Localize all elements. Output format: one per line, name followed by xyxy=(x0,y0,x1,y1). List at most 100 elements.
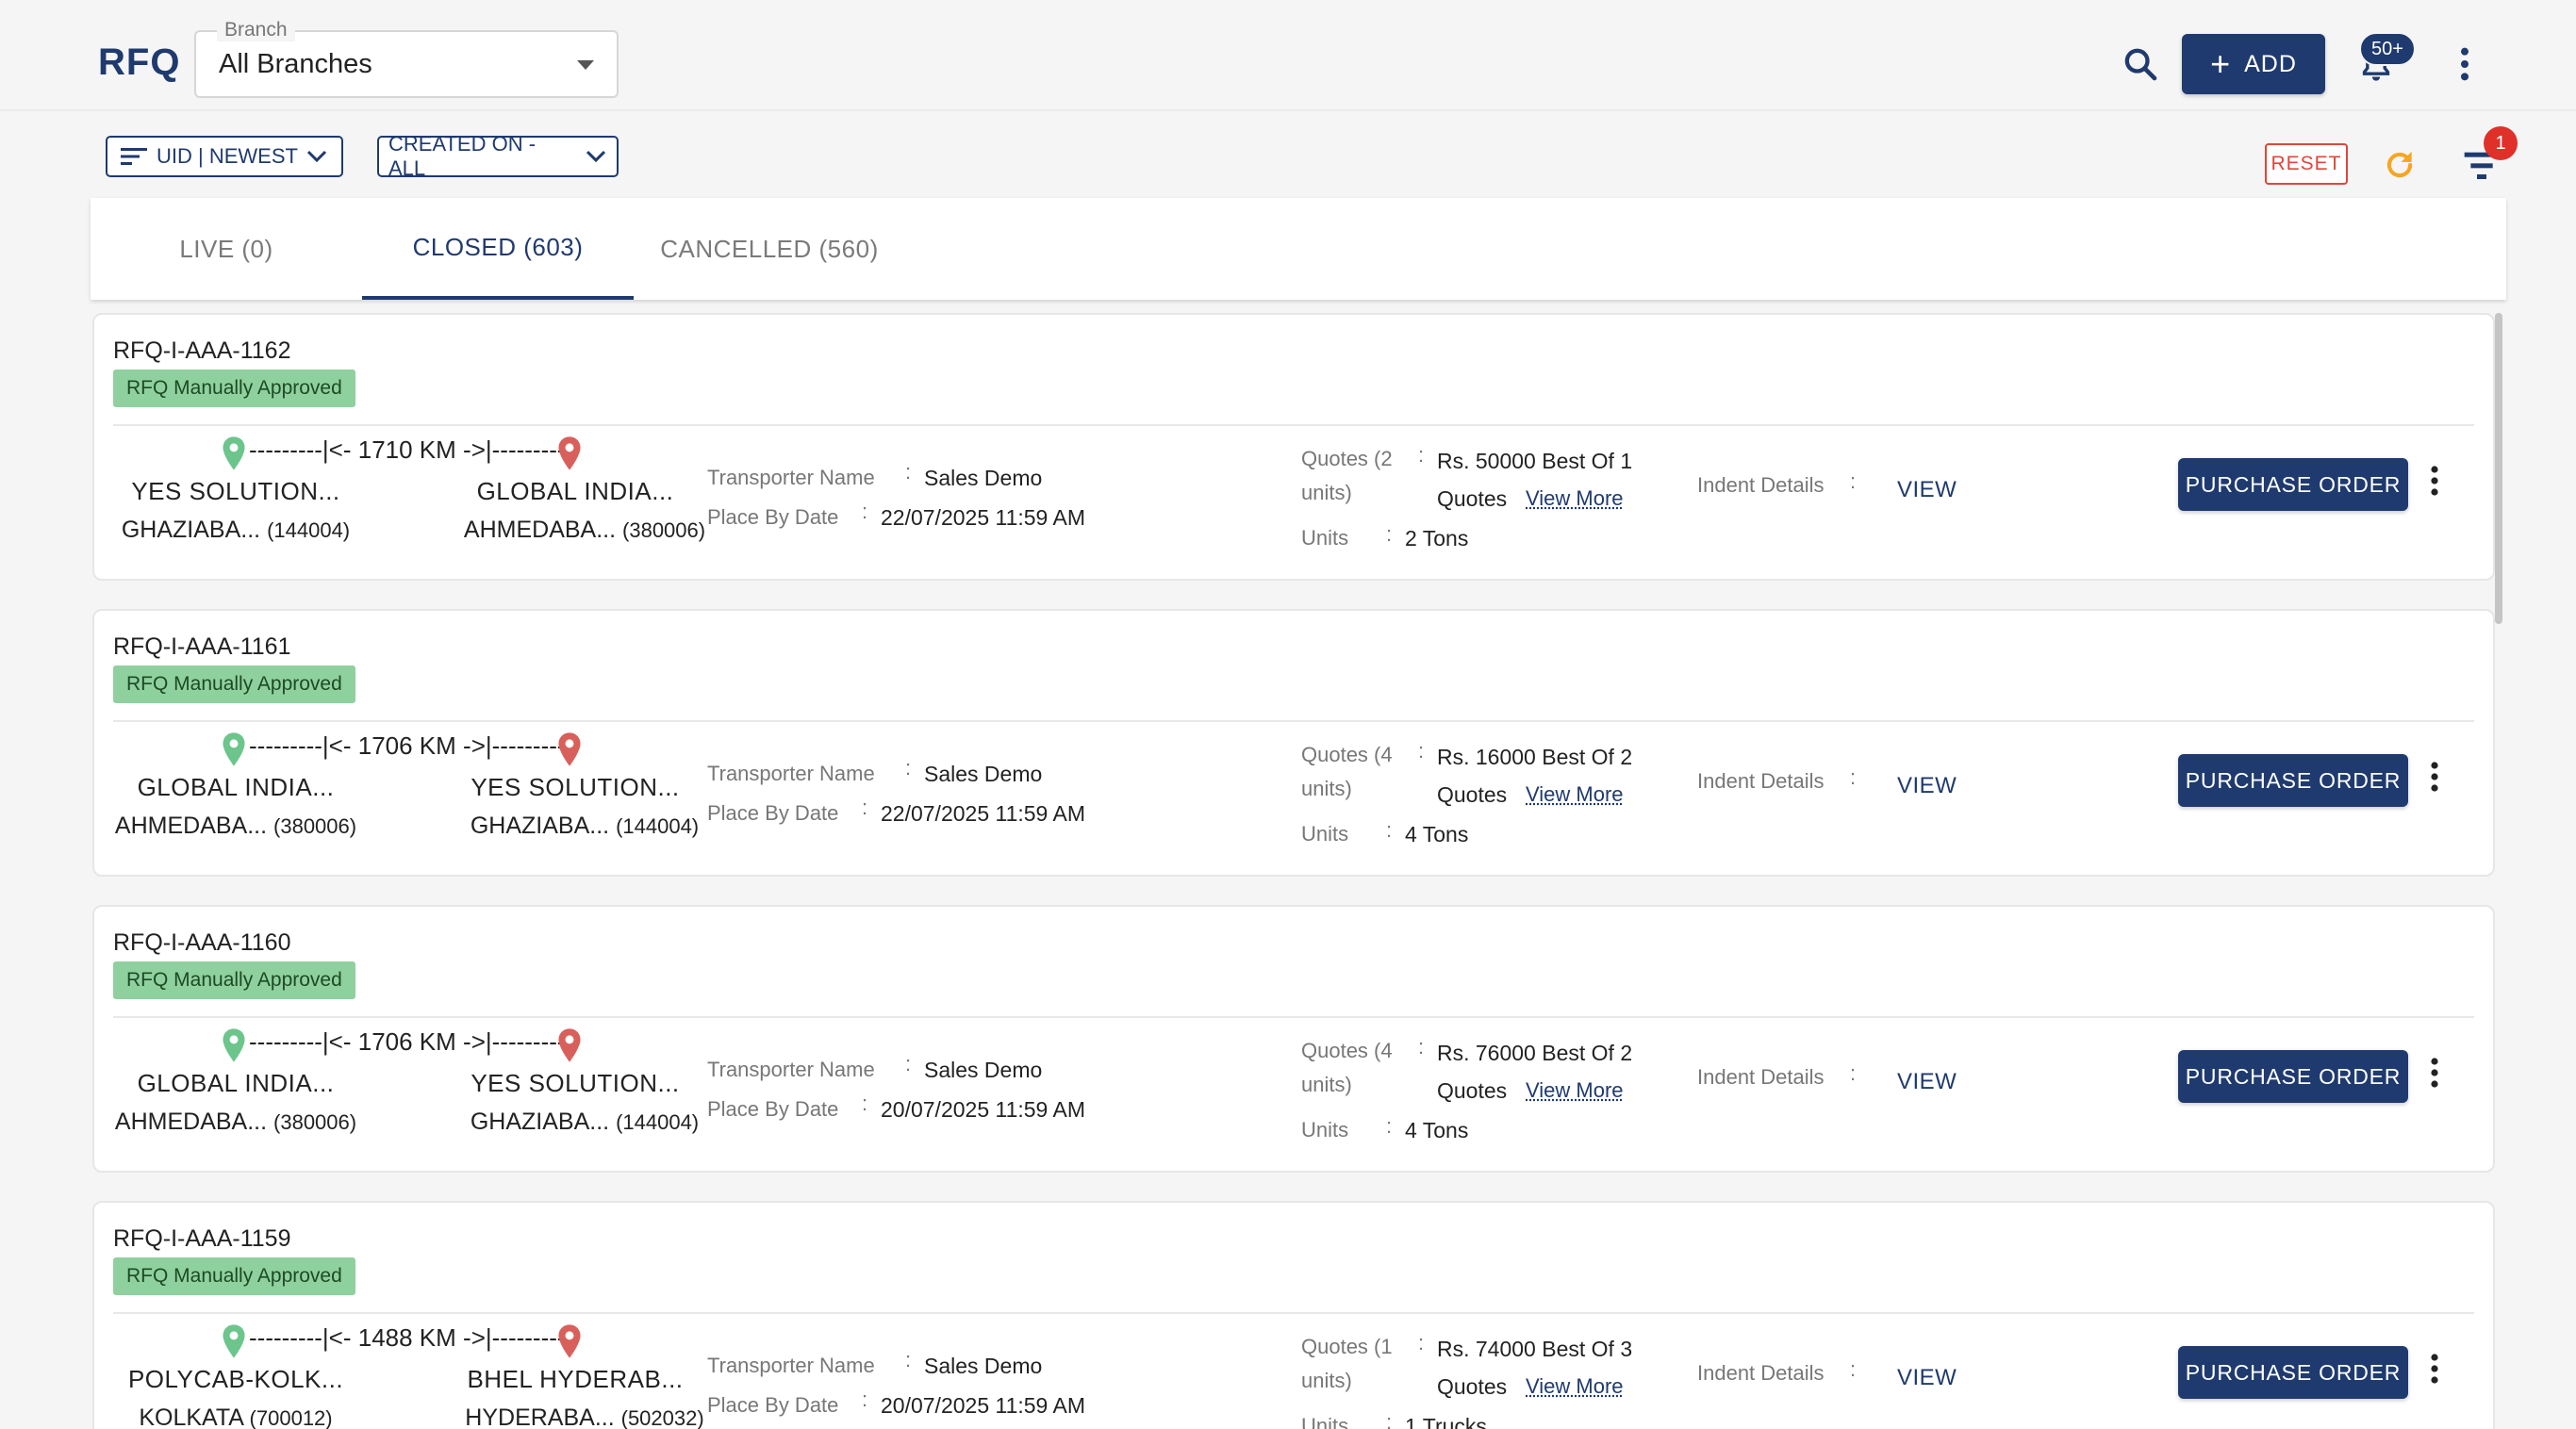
kebab-icon[interactable] xyxy=(2425,1056,2444,1090)
branch-select[interactable]: Branch All Branches xyxy=(194,30,619,98)
destination-location: GHAZIABA... (144004) xyxy=(434,813,735,840)
indent-view-link[interactable]: VIEW xyxy=(1897,1365,1957,1391)
view-more-link[interactable]: View More xyxy=(1526,1078,1624,1103)
colon: : xyxy=(1850,765,1856,790)
origin-city: KOLKATA xyxy=(139,1404,242,1429)
quotes-units-label: units) xyxy=(1301,481,1352,505)
plus-icon: + xyxy=(2210,47,2231,81)
created-on-dropdown-label: CREATED ON - ALL xyxy=(388,132,577,181)
chevron-down-icon xyxy=(305,149,328,164)
colon: : xyxy=(1850,1357,1856,1382)
location-pin-icon xyxy=(221,731,247,767)
colon: : xyxy=(862,1388,867,1412)
units-label: Units xyxy=(1301,1118,1348,1142)
destination-location: AHMEDABA... (380006) xyxy=(434,517,735,544)
destination-name: YES SOLUTION... xyxy=(434,773,717,802)
view-more-link[interactable]: View More xyxy=(1526,782,1624,807)
destination-pincode: (380006) xyxy=(622,518,705,542)
route-distance: ---------|<- 1706 KM ->|--------- xyxy=(249,1027,554,1057)
transporter-label: Transporter Name xyxy=(707,1058,875,1082)
colon: : xyxy=(862,796,867,820)
units-label: Units xyxy=(1301,526,1348,550)
list-scrollbar-thumb[interactable] xyxy=(2495,313,2502,624)
quote-value: Rs. 76000 Best Of 2 xyxy=(1437,1041,1632,1066)
view-more-link[interactable]: View More xyxy=(1526,1374,1624,1399)
card-divider xyxy=(113,1312,2474,1314)
location-pin-icon xyxy=(556,1027,583,1063)
rfq-id: RFQ-I-AAA-1160 xyxy=(113,929,290,957)
destination-city: AHMEDABA... xyxy=(464,517,616,543)
kebab-icon[interactable] xyxy=(2425,1352,2444,1386)
tab-live[interactable]: LIVE (0) xyxy=(91,198,362,300)
colon: : xyxy=(905,460,911,485)
destination-city: HYDERABA... xyxy=(465,1404,614,1429)
origin-location: AHMEDABA... (380006) xyxy=(85,813,387,840)
rfq-card[interactable]: RFQ-I-AAA-1162 RFQ Manually Approved ---… xyxy=(92,313,2495,581)
rfq-card[interactable]: RFQ-I-AAA-1161 RFQ Manually Approved ---… xyxy=(92,609,2495,877)
add-button[interactable]: + ADD xyxy=(2182,34,2325,94)
tab-closed[interactable]: CLOSED (603) xyxy=(362,198,634,300)
indent-view-link[interactable]: VIEW xyxy=(1897,477,1957,503)
origin-name: GLOBAL INDIA... xyxy=(94,1069,377,1098)
kebab-icon[interactable] xyxy=(2425,760,2444,794)
quotes-word: Quotes xyxy=(1437,782,1507,808)
colon: : xyxy=(905,1348,911,1372)
origin-pincode: (380006) xyxy=(273,814,356,838)
kebab-icon[interactable] xyxy=(2452,45,2478,83)
purchase-order-button[interactable]: PURCHASE ORDER xyxy=(2178,754,2408,807)
indent-view-link[interactable]: VIEW xyxy=(1897,1069,1957,1095)
units-value: 1 Trucks xyxy=(1405,1414,1487,1429)
caret-down-icon xyxy=(577,60,594,70)
quotes-label: Quotes (4 xyxy=(1301,1039,1393,1063)
quote-value: Rs. 16000 Best Of 2 xyxy=(1437,745,1632,770)
indent-view-link[interactable]: VIEW xyxy=(1897,773,1957,799)
sort-dropdown[interactable]: UID | NEWEST xyxy=(106,136,343,177)
indent-details-label: Indent Details xyxy=(1697,769,1825,794)
units-value: 4 Tons xyxy=(1405,1118,1468,1143)
place-by-value: 20/07/2025 11:59 AM xyxy=(881,1097,1085,1123)
destination-name: YES SOLUTION... xyxy=(434,1069,717,1098)
colon: : xyxy=(905,756,911,780)
transporter-value: Sales Demo xyxy=(924,1354,1042,1379)
kebab-icon[interactable] xyxy=(2425,464,2444,498)
purchase-order-button[interactable]: PURCHASE ORDER xyxy=(2178,1050,2408,1103)
reset-button[interactable]: RESET xyxy=(2265,143,2348,185)
location-pin-icon xyxy=(556,435,583,471)
quotes-word: Quotes xyxy=(1437,486,1507,512)
colon: : xyxy=(1850,1061,1856,1086)
origin-name: YES SOLUTION... xyxy=(94,477,377,506)
tab-cancelled[interactable]: CANCELLED (560) xyxy=(634,198,905,300)
transporter-value: Sales Demo xyxy=(924,466,1042,491)
search-icon[interactable] xyxy=(2122,45,2159,83)
add-button-label: ADD xyxy=(2244,51,2297,78)
branch-select-label: Branch xyxy=(217,19,295,41)
origin-name: GLOBAL INDIA... xyxy=(94,773,377,802)
place-by-label: Place By Date xyxy=(707,1393,838,1418)
purchase-order-button[interactable]: PURCHASE ORDER xyxy=(2178,458,2408,511)
rfq-id: RFQ-I-AAA-1162 xyxy=(113,337,290,365)
colon: : xyxy=(1386,1114,1392,1139)
view-more-link[interactable]: View More xyxy=(1526,486,1624,511)
place-by-label: Place By Date xyxy=(707,505,838,530)
card-divider xyxy=(113,424,2474,426)
created-on-dropdown[interactable]: CREATED ON - ALL xyxy=(377,136,619,177)
quotes-units-label: units) xyxy=(1301,777,1352,801)
colon: : xyxy=(862,500,867,524)
quotes-units-label: units) xyxy=(1301,1073,1352,1097)
location-pin-icon xyxy=(221,435,247,471)
rfq-card[interactable]: RFQ-I-AAA-1159 RFQ Manually Approved ---… xyxy=(92,1201,2495,1429)
rfq-card[interactable]: RFQ-I-AAA-1160 RFQ Manually Approved ---… xyxy=(92,905,2495,1173)
place-by-label: Place By Date xyxy=(707,801,838,826)
purchase-order-button[interactable]: PURCHASE ORDER xyxy=(2178,1346,2408,1399)
transporter-label: Transporter Name xyxy=(707,1354,875,1378)
refresh-icon[interactable] xyxy=(2382,147,2418,183)
notification-count-badge: 50+ xyxy=(2359,32,2416,66)
route-distance: ---------|<- 1706 KM ->|--------- xyxy=(249,731,554,761)
sort-dropdown-label: UID | NEWEST xyxy=(157,144,298,169)
destination-pincode: (144004) xyxy=(616,814,699,838)
quotes-label: Quotes (2 xyxy=(1301,447,1393,471)
destination-location: GHAZIABA... (144004) xyxy=(434,1109,735,1136)
colon: : xyxy=(1386,1410,1392,1429)
route-distance: ---------|<- 1710 KM ->|--------- xyxy=(249,435,554,465)
route-distance: ---------|<- 1488 KM ->|--------- xyxy=(249,1323,554,1353)
